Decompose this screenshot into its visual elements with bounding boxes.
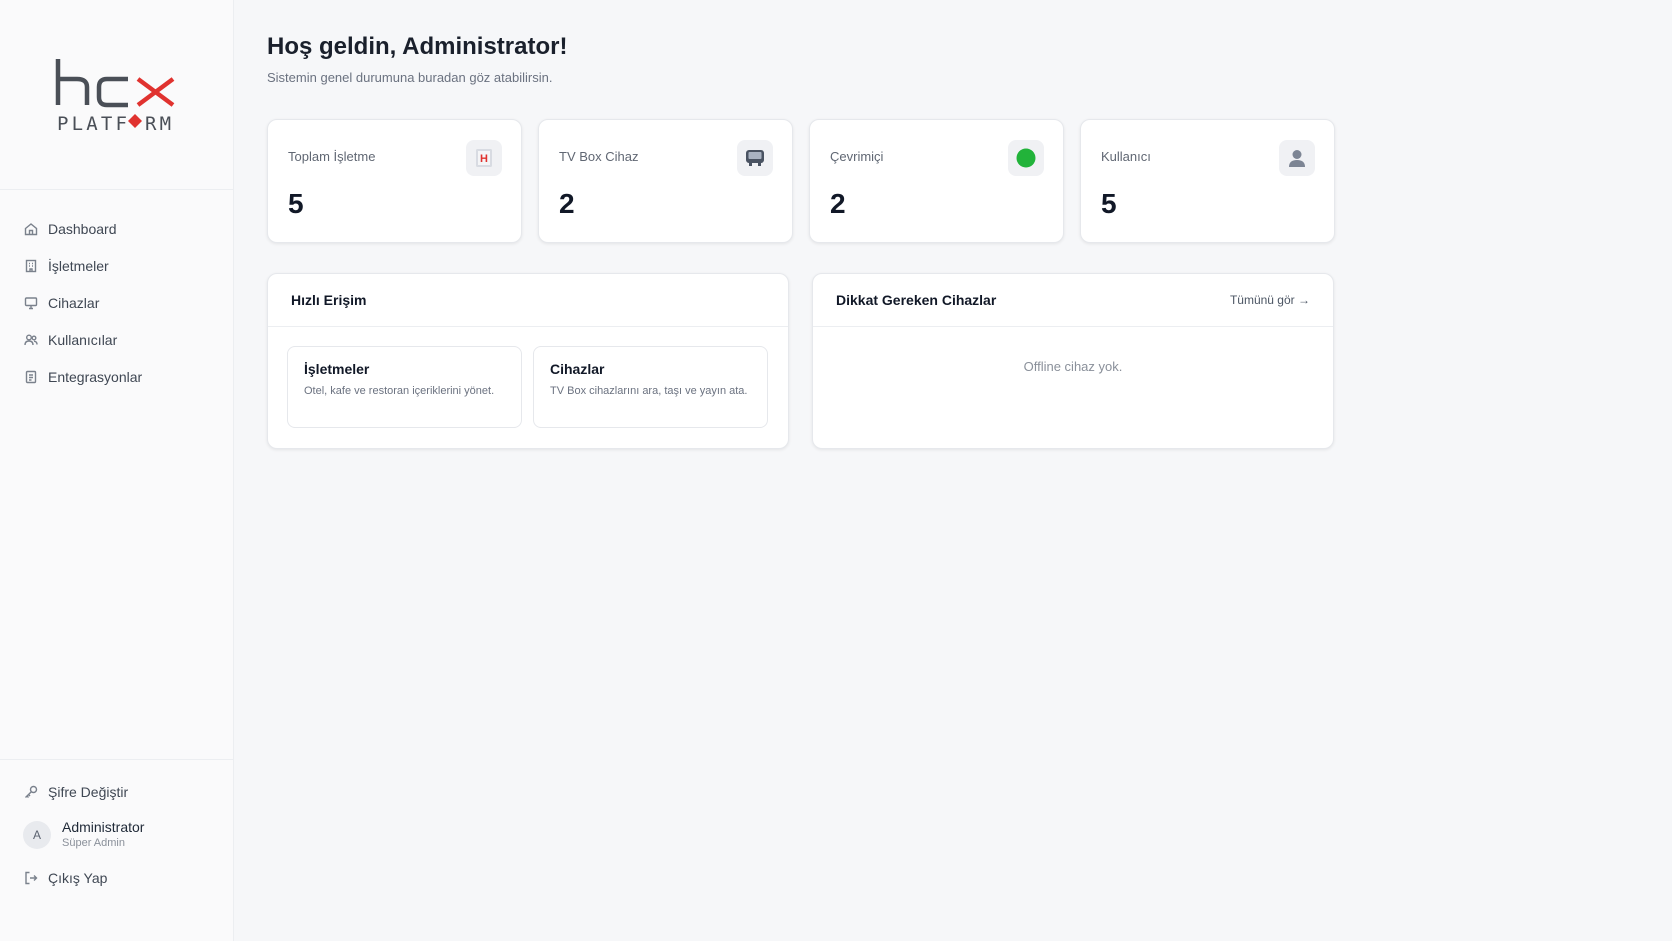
quick-access-card-desc: Otel, kafe ve restoran içeriklerini yöne… [304, 385, 495, 397]
sidebar-item-entegrasyonlar[interactable]: Entegrasyonlar [0, 358, 233, 395]
sidebar-nav: Dashboard İşletmeler Cihazlar Kullanıcıl… [0, 190, 233, 395]
sidebar-item-label: Cihazlar [48, 294, 100, 311]
document-icon [24, 370, 38, 384]
quick-access-card-desc: TV Box cihazlarını ara, taşı ve yayın at… [550, 385, 748, 397]
change-password-label: Şifre Değiştir [48, 784, 129, 800]
tv-box-icon [737, 140, 773, 176]
quick-access-panel: Hızlı Erişim İşletmeler Otel, kafe ve re… [267, 273, 789, 449]
sidebar-item-cihazlar[interactable]: Cihazlar [0, 284, 233, 321]
svg-text:PLATF: PLATF [57, 113, 130, 133]
stat-value: 5 [288, 188, 304, 219]
quick-access-isletmeler[interactable]: İşletmeler Otel, kafe ve restoran içerik… [287, 346, 522, 428]
stat-card-tv-box: TV Box Cihaz 2 [538, 119, 793, 243]
user-icon [1279, 140, 1315, 176]
logout-icon [24, 871, 38, 885]
stat-value: 2 [830, 188, 846, 219]
stat-label: Toplam İşletme [288, 149, 376, 164]
hcx-platform-logo: PLATF RM [55, 58, 174, 133]
logo[interactable]: PLATF RM [0, 0, 233, 190]
stat-label: Çevrimiçi [830, 149, 884, 164]
sidebar-item-label: İşletmeler [48, 257, 109, 274]
logout-label: Çıkış Yap [48, 870, 108, 886]
page-subtitle: Sistemin genel durumuna buradan göz atab… [267, 70, 553, 85]
sidebar-item-kullanicilar[interactable]: Kullanıcılar [0, 321, 233, 358]
monitor-icon [24, 296, 38, 310]
view-all-link[interactable]: Tümünü gör → [1230, 293, 1310, 307]
empty-state-message: Offline cihaz yok. [1023, 359, 1123, 374]
building-icon [24, 259, 38, 273]
quick-access-card-title: İşletmeler [304, 361, 370, 377]
attention-devices-panel: Dikkat Gereken Cihazlar Tümünü gör → Off… [812, 273, 1334, 449]
home-icon [24, 222, 38, 236]
sidebar-item-dashboard[interactable]: Dashboard [0, 210, 233, 247]
key-icon [24, 785, 38, 799]
svg-text:H: H [480, 153, 488, 165]
users-icon [24, 333, 38, 347]
user-profile[interactable]: A Administrator Süper Admin [0, 810, 234, 860]
stat-value: 5 [1101, 188, 1117, 219]
stat-card-kullanici: Kullanıcı 5 [1080, 119, 1335, 243]
logout-button[interactable]: Çıkış Yap [0, 860, 234, 896]
change-password-link[interactable]: Şifre Değiştir [0, 774, 234, 810]
sidebar-item-isletmeler[interactable]: İşletmeler [0, 247, 233, 284]
quick-access-card-title: Cihazlar [550, 361, 605, 377]
page-title: Hoş geldin, Administrator! [267, 33, 568, 60]
sidebar-item-label: Entegrasyonlar [48, 368, 143, 385]
stat-value: 2 [559, 188, 575, 219]
svg-text:RM: RM [145, 113, 174, 133]
sidebar-item-label: Kullanıcılar [48, 331, 118, 348]
stat-label: Kullanıcı [1101, 149, 1151, 164]
stat-card-toplam-isletme: Toplam İşletme 5 H [267, 119, 522, 243]
stat-label: TV Box Cihaz [559, 149, 639, 164]
quick-access-title: Hızlı Erişim [291, 292, 367, 308]
avatar: A [23, 821, 51, 849]
stat-card-cevrimici: Çevrimiçi 2 [809, 119, 1064, 243]
quick-access-cihazlar[interactable]: Cihazlar TV Box cihazlarını ara, taşı ve… [533, 346, 768, 428]
hotel-icon: H [466, 140, 502, 176]
user-role: Süper Admin [62, 837, 125, 849]
attention-devices-title: Dikkat Gereken Cihazlar [836, 292, 997, 308]
sidebar-footer: Şifre Değiştir A Administrator Süper Adm… [0, 759, 234, 941]
user-name: Administrator [62, 819, 145, 835]
online-status-icon [1008, 140, 1044, 176]
sidebar-item-label: Dashboard [48, 220, 117, 237]
sidebar: PLATF RM Dashboard İşletmeler Cihazlar K… [0, 0, 234, 941]
